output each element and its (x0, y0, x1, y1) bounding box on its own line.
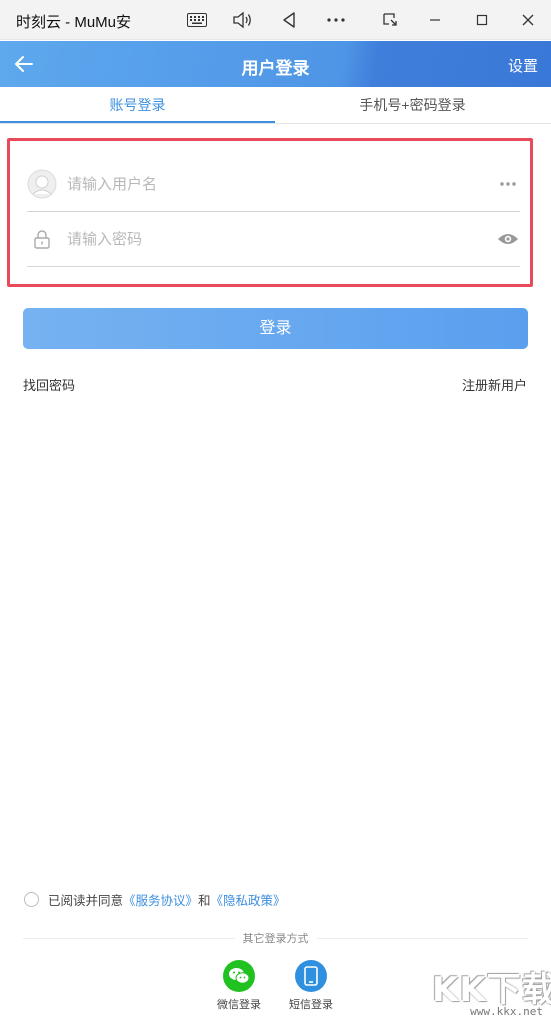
agreement-checkbox[interactable] (24, 891, 39, 907)
privacy-policy-link[interactable]: 《隐私政策》 (211, 890, 286, 909)
settings-button[interactable]: 设置 (508, 55, 538, 76)
back-triangle-icon[interactable] (272, 6, 306, 34)
login-form-highlight (7, 138, 533, 287)
phone-icon (295, 960, 327, 992)
volume-icon[interactable] (225, 6, 259, 34)
tab-phone-password-login[interactable]: 手机号+密码登录 (275, 87, 550, 124)
active-tab-indicator (0, 121, 275, 123)
watermark-url: www.kkx.net (470, 1005, 543, 1018)
login-tabs: 账号登录 手机号+密码登录 (0, 87, 551, 124)
other-login-divider: 其它登录方式 (23, 930, 528, 946)
agreement-prefix: 已阅读并同意 (48, 893, 124, 908)
eye-icon[interactable] (496, 228, 520, 250)
wechat-login-label: 微信登录 (217, 999, 261, 1011)
username-field (27, 157, 520, 212)
password-input[interactable] (67, 226, 447, 252)
sms-login-button[interactable]: 短信登录 (281, 960, 341, 1012)
forgot-password-link[interactable]: 找回密码 (23, 375, 75, 394)
login-button[interactable]: 登录 (23, 308, 528, 349)
minimize-icon[interactable] (418, 6, 452, 34)
sms-login-label: 短信登录 (289, 999, 333, 1011)
other-login-title: 其它登录方式 (234, 930, 317, 946)
maximize-icon[interactable] (465, 6, 499, 34)
tab-account-login[interactable]: 账号登录 (0, 87, 275, 124)
page-title: 用户登录 (241, 59, 310, 78)
agreement-row: 已阅读并同意 《服务协议》 和 《隐私政策》 (24, 890, 286, 908)
service-terms-link[interactable]: 《服务协议》 (123, 890, 198, 909)
lock-icon (27, 224, 57, 254)
password-field (27, 212, 520, 267)
close-icon[interactable] (511, 6, 545, 34)
app-header: 用户登录 设置 (0, 41, 551, 87)
account-list-more-icon[interactable] (496, 173, 520, 195)
window-titlebar: 时刻云 - MuMu安 (0, 0, 551, 40)
watermark-logo: KK下载 www.kkx.net (432, 962, 551, 1020)
window-title: 时刻云 - MuMu安 (16, 14, 132, 31)
screen-rotate-icon[interactable] (373, 6, 407, 34)
agreement-and: 和 (198, 893, 211, 908)
wechat-login-button[interactable]: 微信登录 (209, 960, 269, 1012)
username-input[interactable] (67, 171, 447, 197)
watermark-text: KK下载 (432, 970, 551, 1010)
avatar-icon (27, 169, 57, 199)
more-icon[interactable] (319, 6, 353, 34)
keyboard-icon[interactable] (180, 6, 214, 34)
register-link[interactable]: 注册新用户 (462, 375, 527, 394)
wechat-icon (223, 960, 255, 992)
